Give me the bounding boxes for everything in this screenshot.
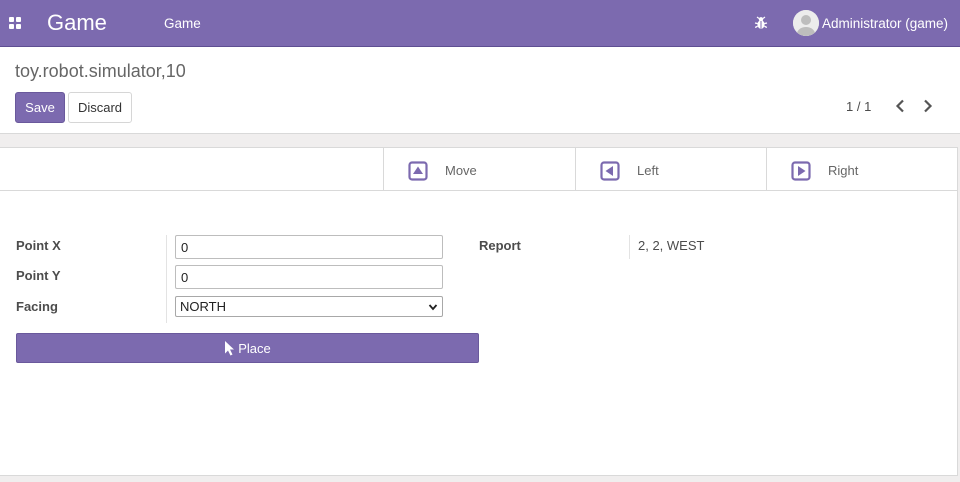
user-avatar[interactable]: [793, 10, 819, 36]
caret-up-square-icon: [408, 161, 428, 181]
place-label: Place: [238, 340, 271, 356]
field-divider: [166, 235, 167, 323]
chevron-left-icon[interactable]: [892, 97, 910, 115]
top-navbar: Game Game Administrator (game): [0, 0, 960, 47]
mouse-pointer-icon: [225, 341, 235, 356]
chevron-right-icon[interactable]: [919, 97, 937, 115]
move-label: Move: [445, 163, 477, 178]
report-value: 2, 2, WEST: [638, 238, 705, 253]
facing-select-value: NORTH: [180, 299, 226, 314]
form-sheet: Move Left Right Point X Point Y Facing 0…: [0, 147, 958, 476]
discard-button[interactable]: Discard: [68, 92, 132, 123]
app-title: Game: [47, 10, 107, 35]
left-button[interactable]: Left: [575, 148, 767, 191]
chevron-down-icon: [428, 304, 438, 311]
control-panel: toy.robot.simulator,10 Save Discard 1 / …: [0, 47, 960, 134]
place-button[interactable]: Place: [16, 333, 479, 363]
save-button[interactable]: Save: [15, 92, 65, 123]
avatar-icon: [793, 10, 819, 36]
point-y-input[interactable]: 0: [175, 265, 443, 289]
button-box: Move Left Right: [0, 148, 958, 191]
breadcrumb: toy.robot.simulator,10: [15, 61, 186, 81]
point-x-input[interactable]: 0: [175, 235, 443, 259]
apps-menu-icon[interactable]: [9, 17, 21, 29]
facing-label: Facing: [16, 299, 58, 314]
point-y-label: Point Y: [16, 268, 61, 283]
menu-item-game[interactable]: Game: [164, 16, 201, 31]
facing-select[interactable]: NORTH: [175, 296, 443, 317]
bug-icon[interactable]: [753, 15, 769, 31]
caret-right-square-icon: [791, 161, 811, 181]
caret-left-square-icon: [600, 161, 620, 181]
point-x-label: Point X: [16, 238, 61, 253]
report-divider: [629, 235, 630, 259]
pager-value[interactable]: 1 / 1: [846, 99, 871, 114]
left-label: Left: [637, 163, 659, 178]
report-label: Report: [479, 238, 521, 253]
right-label: Right: [828, 163, 859, 178]
right-button[interactable]: Right: [766, 148, 958, 191]
move-button[interactable]: Move: [383, 148, 576, 191]
user-menu-name[interactable]: Administrator (game): [822, 16, 948, 31]
